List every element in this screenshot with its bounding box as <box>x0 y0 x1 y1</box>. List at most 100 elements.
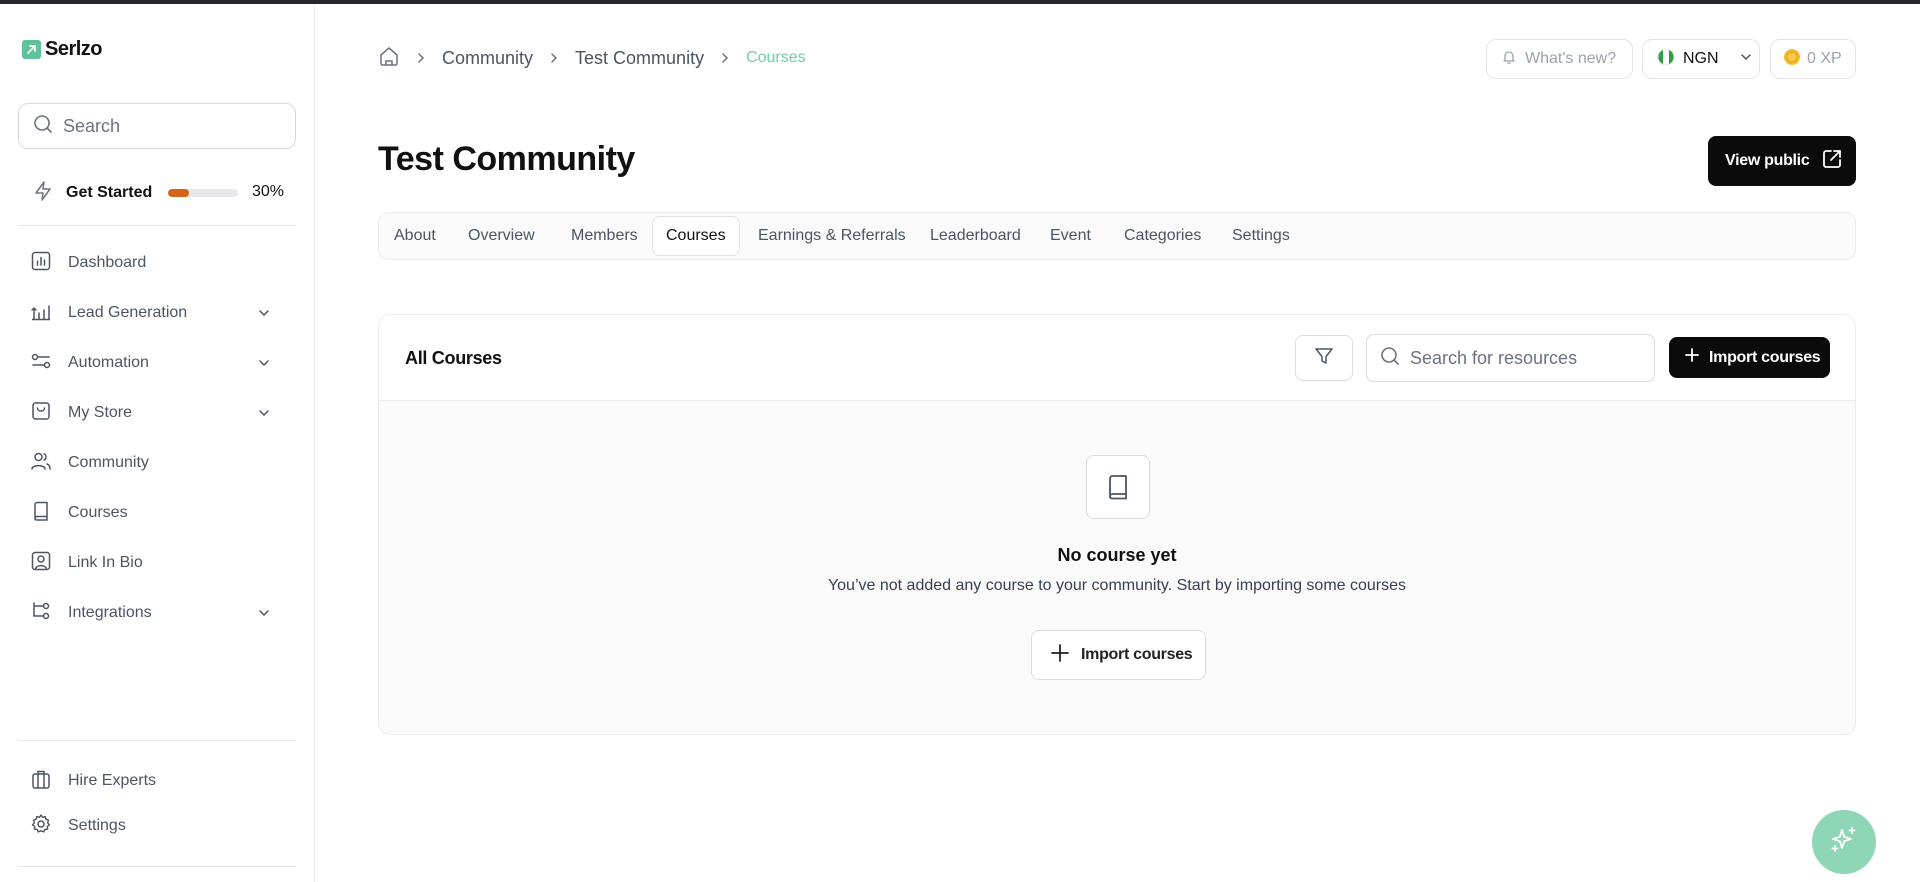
home-icon[interactable] <box>378 45 400 72</box>
integrations-icon <box>30 600 52 627</box>
briefcase-icon <box>30 768 52 795</box>
store-icon <box>30 400 52 427</box>
resource-search-input[interactable] <box>1410 347 1640 369</box>
tab-leaderboard[interactable]: Leaderboard <box>917 216 1034 256</box>
sidebar-item-label: Lead Generation <box>68 304 188 321</box>
sidebar-item-label: Dashboard <box>68 254 147 271</box>
sparkles-icon <box>1828 824 1860 861</box>
chevron-down-icon <box>1739 50 1753 69</box>
get-started-percent: 30% <box>251 183 284 200</box>
sidebar-item-settings[interactable]: Settings <box>30 808 276 844</box>
nigeria-flag-icon <box>1657 48 1675 71</box>
import-courses-label: Import courses <box>1081 646 1193 663</box>
empty-state-title: No course yet <box>1057 545 1177 565</box>
tab-members[interactable]: Members <box>558 216 651 256</box>
import-courses-label: Import courses <box>1709 348 1821 366</box>
sidebar-search-input[interactable] <box>63 115 283 137</box>
logo[interactable]: Serlzo <box>22 38 103 61</box>
logo-text: Serlzo <box>45 38 103 60</box>
whats-new-label: What's new? <box>1525 50 1617 67</box>
empty-state-book-icon <box>1086 455 1150 519</box>
coin-icon <box>1783 48 1801 71</box>
tab-event[interactable]: Event <box>1037 216 1104 256</box>
sidebar-item-label: Link In Bio <box>68 554 143 571</box>
plus-icon <box>1683 346 1701 369</box>
page-title: Test Community <box>378 140 635 178</box>
sidebar-item-dashboard[interactable]: Dashboard <box>30 245 276 281</box>
sidebar-item-hire-experts[interactable]: Hire Experts <box>30 763 276 799</box>
sidebar-item-label: Integrations <box>68 604 152 621</box>
currency-label: NGN <box>1683 50 1719 67</box>
chevron-down-icon <box>256 405 272 426</box>
chevron-down-icon <box>256 355 272 376</box>
community-tabs: About Overview Members Courses Earnings … <box>378 212 1856 260</box>
view-public-label: View public <box>1725 152 1810 169</box>
progress-fill <box>168 189 189 197</box>
automation-icon <box>30 350 52 377</box>
gear-icon <box>30 813 52 840</box>
sidebar-item-link-in-bio[interactable]: Link In Bio <box>30 545 276 581</box>
courses-card-header: All Courses Import courses <box>379 315 1855 401</box>
tab-about[interactable]: About <box>381 216 449 256</box>
view-public-button[interactable]: View public <box>1708 136 1856 186</box>
sidebar-item-integrations[interactable]: Integrations <box>30 595 276 631</box>
users-icon <box>30 450 52 477</box>
chevron-right-icon <box>547 51 561 65</box>
filter-icon <box>1313 345 1335 372</box>
chart-icon <box>30 250 52 277</box>
sidebar: Serlzo Get Started 30% Dashboard Lead Ge… <box>0 4 315 882</box>
chevron-right-icon <box>414 51 428 65</box>
breadcrumb-community[interactable]: Community <box>442 48 533 69</box>
link-in-bio-icon <box>30 550 52 577</box>
sidebar-item-my-store[interactable]: My Store <box>30 395 276 431</box>
courses-card: All Courses Import courses No course yet… <box>378 314 1856 735</box>
sidebar-item-label: My Store <box>68 404 133 421</box>
lightning-icon <box>32 180 54 207</box>
lead-generation-icon <box>30 300 52 327</box>
breadcrumb: Community Test Community Courses <box>378 46 806 70</box>
sidebar-item-community[interactable]: Community <box>30 445 276 481</box>
search-icon <box>33 114 53 139</box>
sidebar-divider <box>18 866 296 867</box>
xp-label: 0 XP <box>1807 50 1842 67</box>
logo-mark-icon <box>22 40 41 59</box>
currency-select[interactable]: NGN <box>1642 39 1760 79</box>
sidebar-divider <box>18 740 296 741</box>
sidebar-item-label: Automation <box>68 354 149 371</box>
resource-search[interactable] <box>1366 334 1655 382</box>
chevron-down-icon <box>256 305 272 326</box>
external-link-icon <box>1821 148 1843 175</box>
courses-card-title: All Courses <box>405 348 502 368</box>
sidebar-item-label: Hire Experts <box>68 772 157 789</box>
sidebar-item-courses[interactable]: Courses <box>30 495 276 531</box>
sidebar-item-automation[interactable]: Automation <box>30 345 276 381</box>
import-courses-button[interactable]: Import courses <box>1669 337 1830 378</box>
sidebar-divider <box>18 225 296 226</box>
empty-state-text: You’ve not added any course to your comm… <box>827 577 1407 594</box>
tab-overview[interactable]: Overview <box>455 216 548 256</box>
get-started[interactable]: Get Started 30% <box>32 178 284 208</box>
tab-categories[interactable]: Categories <box>1111 216 1214 256</box>
xp-badge[interactable]: 0 XP <box>1770 39 1856 79</box>
tab-settings[interactable]: Settings <box>1219 216 1303 256</box>
sidebar-search[interactable] <box>18 103 296 149</box>
sidebar-item-label: Community <box>68 454 149 471</box>
filter-button[interactable] <box>1295 335 1353 381</box>
search-icon <box>1380 346 1400 371</box>
bell-icon <box>1501 49 1517 70</box>
sidebar-item-lead-generation[interactable]: Lead Generation <box>30 295 276 331</box>
book-icon <box>30 500 52 527</box>
ai-assistant-button[interactable] <box>1812 810 1876 874</box>
get-started-progress-bar <box>168 189 238 197</box>
chevron-down-icon <box>256 605 272 626</box>
sidebar-item-label: Settings <box>68 817 126 834</box>
tab-earnings-referrals[interactable]: Earnings & Referrals <box>745 216 919 256</box>
breadcrumb-test-community[interactable]: Test Community <box>575 48 704 69</box>
empty-import-courses-button[interactable]: Import courses <box>1031 630 1206 680</box>
whats-new-button[interactable]: What's new? <box>1486 39 1633 79</box>
breadcrumb-current: Courses <box>746 49 806 66</box>
sidebar-item-label: Courses <box>68 504 128 521</box>
tab-courses[interactable]: Courses <box>652 216 740 256</box>
get-started-label: Get Started <box>66 184 153 201</box>
chevron-right-icon <box>718 51 732 65</box>
